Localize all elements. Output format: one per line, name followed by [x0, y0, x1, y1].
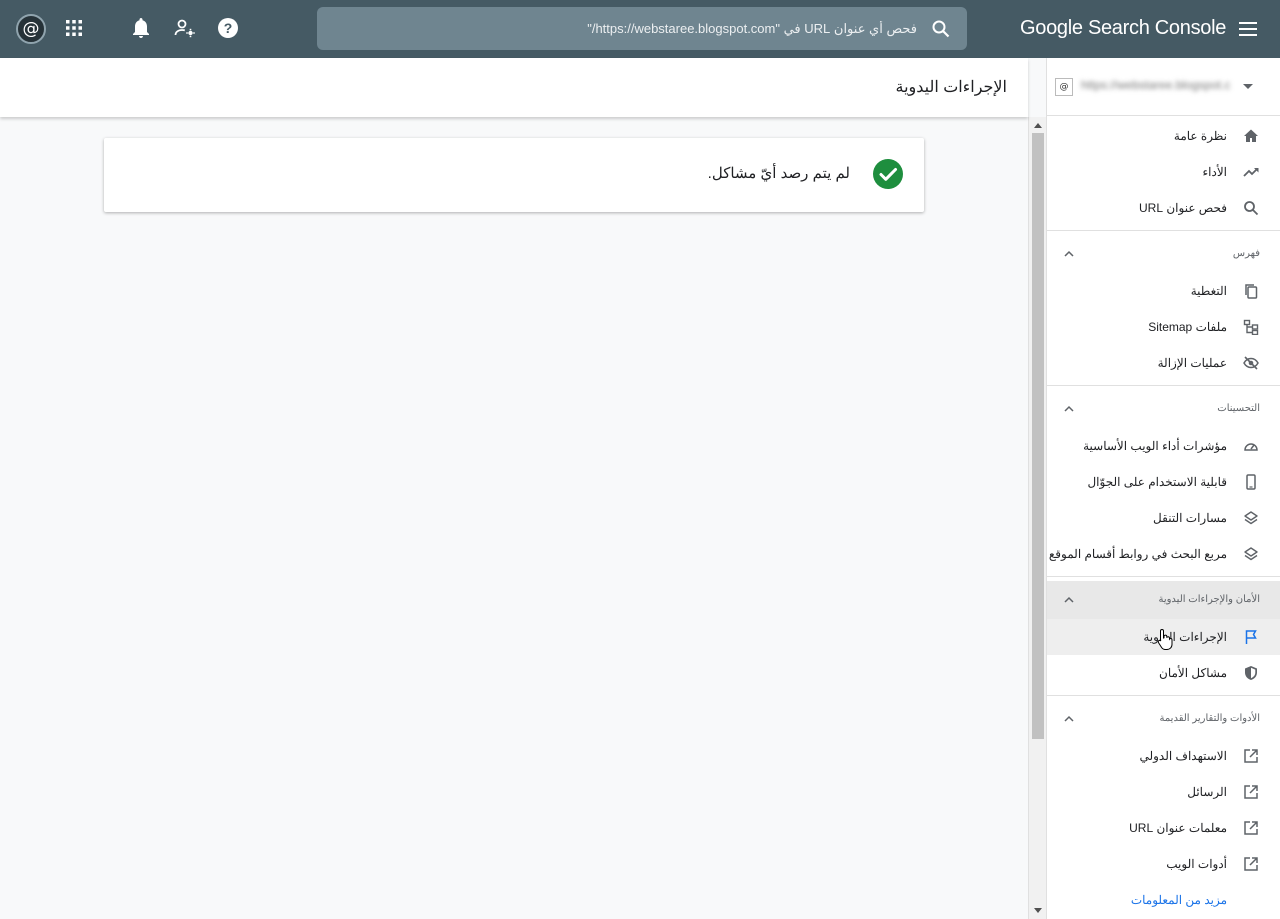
sidebar-item-label: ملفات Sitemap: [1148, 320, 1227, 334]
visibility-off-icon: [1243, 356, 1259, 370]
sidebar-item-label: الاستهداف الدولي: [1139, 749, 1227, 763]
sidebar-item-mobile-usability[interactable]: قابلية الاستخدام على الجوّال: [1047, 464, 1280, 500]
sidebar-item-label: التغطية: [1190, 284, 1227, 298]
section-title: الأدوات والتقارير القديمة: [1159, 713, 1260, 724]
nav-list: نظرة عامة الأداء فحص عنوان URL فهرس التغ…: [1047, 118, 1280, 918]
sidebar-item-label: مسارات التنقل: [1153, 511, 1227, 525]
content-scrollbar[interactable]: [1028, 117, 1046, 919]
status-card: لم يتم رصد أيّ مشاكل.: [104, 138, 924, 212]
sidebar-item-label: فحص عنوان URL: [1139, 201, 1227, 215]
sidebar-section-enhancements: التحسينات مؤشرات أداء الويب الأساسية قاب…: [1047, 385, 1280, 572]
product-logo[interactable]: Google Search Console: [1020, 17, 1226, 40]
search-icon[interactable]: [931, 19, 951, 39]
chevron-up-icon[interactable]: [1063, 403, 1075, 415]
url-inspection-input[interactable]: [357, 7, 917, 50]
sidebar-item-sitelinks-searchbox[interactable]: مربع البحث في روابط أقسام الموقع: [1047, 536, 1280, 572]
sidebar-item-security-issues[interactable]: مشاكل الأمان: [1047, 655, 1280, 691]
sidebar-item-core-web-vitals[interactable]: مؤشرات أداء الويب الأساسية: [1047, 428, 1280, 464]
menu-icon[interactable]: [1236, 17, 1260, 41]
sidebar-item-sitemaps[interactable]: ملفات Sitemap: [1047, 309, 1280, 345]
trending-up-icon: [1243, 167, 1259, 177]
sidebar-item-label: أدوات الويب: [1166, 857, 1227, 871]
open-in-new-icon: [1244, 785, 1258, 799]
notifications-icon[interactable]: [127, 14, 155, 42]
sidebar-section-index: فهرس التغطية ملفات Sitemap عمليات الإزال…: [1047, 230, 1280, 381]
svg-text:?: ?: [224, 20, 233, 36]
status-message: لم يتم رصد أيّ مشاكل.: [707, 165, 850, 182]
property-favicon: @: [1055, 78, 1073, 96]
home-icon: [1244, 129, 1258, 142]
sidebar-item-label: مؤشرات أداء الويب الأساسية: [1083, 439, 1227, 453]
open-in-new-icon: [1244, 857, 1258, 871]
sidebar-item-overview[interactable]: نظرة عامة: [1047, 118, 1280, 154]
open-in-new-icon: [1244, 821, 1258, 835]
help-icon[interactable]: ?: [214, 14, 242, 42]
sidebar-item-label: معلمات عنوان URL: [1129, 821, 1227, 835]
copy-icon: [1245, 284, 1258, 299]
speed-icon: [1244, 443, 1258, 451]
scroll-up-arrow-icon[interactable]: [1034, 123, 1042, 128]
layers-icon: [1244, 511, 1258, 525]
apps-icon[interactable]: [60, 14, 88, 42]
sidebar-item-url-parameters[interactable]: معلمات عنوان URL: [1047, 810, 1280, 846]
sidebar-item-label: الإجراءات اليدوية: [1143, 630, 1227, 644]
chevron-up-icon[interactable]: [1063, 713, 1075, 725]
hand-cursor-icon: [1157, 628, 1173, 650]
sidebar-item-label: قابلية الاستخدام على الجوّال: [1087, 475, 1227, 489]
section-title: التحسينات: [1217, 403, 1260, 414]
section-header-legacy-tools[interactable]: الأدوات والتقارير القديمة: [1047, 700, 1280, 738]
sidebar-item-messages[interactable]: الرسائل: [1047, 774, 1280, 810]
chevron-up-icon[interactable]: [1063, 248, 1075, 260]
section-title: الأمان والإجراءات اليدوية: [1158, 594, 1260, 605]
sidebar-item-label: نظرة عامة: [1173, 129, 1227, 143]
flag-icon: [1245, 630, 1257, 644]
section-header-index[interactable]: فهرس: [1047, 235, 1280, 273]
chevron-up-icon[interactable]: [1063, 594, 1075, 606]
page-title: الإجراءات اليدوية: [895, 79, 1007, 96]
more-info-link-label[interactable]: مزيد من المعلومات: [1131, 893, 1227, 907]
sidebar-item-url-inspection[interactable]: فحص عنوان URL: [1047, 190, 1280, 226]
phone-icon: [1246, 474, 1256, 490]
sidebar-item-web-tools[interactable]: أدوات الويب: [1047, 846, 1280, 882]
sidebar-section-legacy-tools: الأدوات والتقارير القديمة الاستهداف الدو…: [1047, 695, 1280, 918]
account-avatar[interactable]: @: [16, 14, 46, 44]
property-selector[interactable]: @ https://webstaree.blogspot.com/: [1047, 58, 1280, 116]
sidebar-item-international-targeting[interactable]: الاستهداف الدولي: [1047, 738, 1280, 774]
layers-icon: [1244, 547, 1258, 561]
sidebar-item-breadcrumbs[interactable]: مسارات التنقل: [1047, 500, 1280, 536]
more-info-link[interactable]: مزيد من المعلومات: [1047, 882, 1280, 918]
navigation-sidebar: @ https://webstaree.blogspot.com/ نظرة ع…: [1046, 58, 1280, 919]
sidebar-item-label: عمليات الإزالة: [1157, 356, 1227, 370]
sidebar-item-coverage[interactable]: التغطية: [1047, 273, 1280, 309]
account-settings-icon[interactable]: [171, 14, 199, 42]
section-header-security[interactable]: الأمان والإجراءات اليدوية: [1047, 581, 1280, 619]
top-app-bar: @ ? Google Search Console: [0, 0, 1280, 58]
sidebar-item-label: الأداء: [1202, 165, 1228, 179]
open-in-new-icon: [1244, 749, 1258, 763]
scroll-down-arrow-icon[interactable]: [1034, 908, 1042, 913]
sidebar-item-performance[interactable]: الأداء: [1047, 154, 1280, 190]
dropdown-arrow-icon[interactable]: [1243, 84, 1253, 89]
section-title: فهرس: [1232, 248, 1260, 259]
sidebar-item-label: مربع البحث في روابط أقسام الموقع: [1048, 547, 1227, 561]
shield-icon: [1245, 666, 1257, 680]
search-icon: [1244, 201, 1259, 216]
property-name: https://webstaree.blogspot.com/: [1081, 78, 1231, 92]
sidebar-item-removals[interactable]: عمليات الإزالة: [1047, 345, 1280, 381]
sidebar-item-label: الرسائل: [1187, 785, 1227, 799]
sitemap-icon: [1243, 319, 1259, 335]
url-inspection-search-bar: [317, 7, 967, 50]
page-header: الإجراءات اليدوية: [0, 58, 1028, 117]
check-circle-icon: [873, 159, 903, 189]
scroll-thumb[interactable]: [1032, 133, 1044, 739]
main-content: لم يتم رصد أيّ مشاكل.: [0, 117, 1028, 919]
section-header-enhancements[interactable]: التحسينات: [1047, 390, 1280, 428]
sidebar-item-label: مشاكل الأمان: [1159, 666, 1227, 680]
